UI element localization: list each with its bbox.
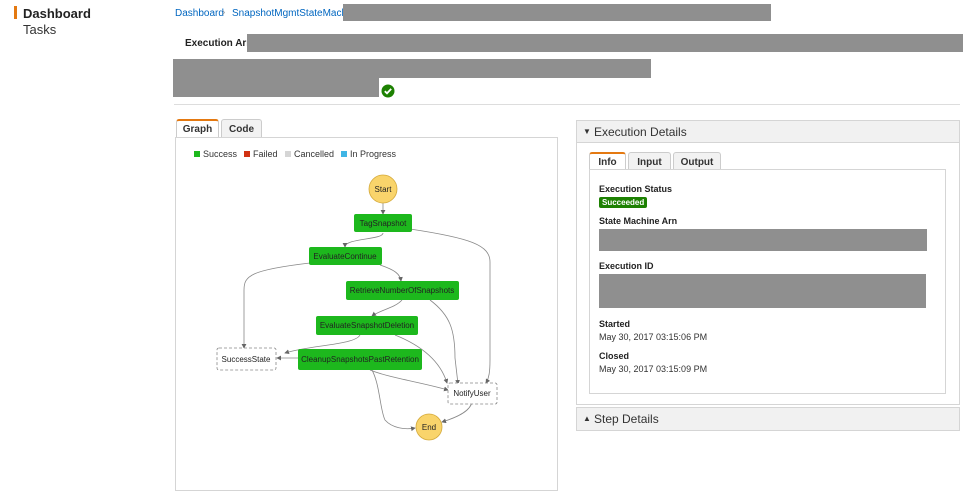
graph-node-notify-user: NotifyUser <box>447 382 498 405</box>
graph-node-start: Start <box>368 174 398 204</box>
caret-down-icon: ▼ <box>583 127 591 136</box>
graph-node-retrieve-number: RetrieveNumberOfSnapshots <box>346 281 459 300</box>
graph-node-start-label: Start <box>375 185 393 194</box>
execution-details-title: Execution Details <box>594 125 687 139</box>
execution-id-redacted <box>599 274 926 308</box>
graph-node-cleanup-label: CleanupSnapshotsPastRetention <box>301 355 419 364</box>
tab-input[interactable]: Input <box>628 152 671 170</box>
graph-node-tag-snapshot-label: TagSnapshot <box>360 219 407 228</box>
state-machine-arn-redacted <box>599 229 927 251</box>
graph-node-end-label: End <box>422 423 436 432</box>
graph-node-success-state: SuccessState <box>216 347 277 371</box>
status-badge: Succeeded <box>599 197 648 208</box>
execution-status-label: Execution Status <box>599 184 673 194</box>
graph-node-tag-snapshot: TagSnapshot <box>354 214 412 232</box>
tab-output[interactable]: Output <box>673 152 721 170</box>
graph-node-cleanup: CleanupSnapshotsPastRetention <box>298 349 422 370</box>
graph-node-evaluate-continue: EvaluateContinue <box>309 247 382 265</box>
graph-node-notify-user-label: NotifyUser <box>453 389 491 398</box>
started-label: Started <box>599 319 631 329</box>
graph-node-evaluate-continue-label: EvaluateContinue <box>313 252 377 261</box>
graph-node-retrieve-number-label: RetrieveNumberOfSnapshots <box>350 286 455 295</box>
graph-node-evaluate-deletion-label: EvaluateSnapshotDeletion <box>320 321 414 330</box>
caret-up-icon: ▲ <box>583 414 591 423</box>
state-machine-arn-label: State Machine Arn <box>599 216 678 226</box>
tab-info[interactable]: Info <box>589 152 626 170</box>
closed-label: Closed <box>599 351 630 361</box>
graph-node-evaluate-deletion: EvaluateSnapshotDeletion <box>316 316 418 335</box>
started-value: May 30, 2017 03:15:06 PM <box>599 332 708 342</box>
execution-id-label: Execution ID <box>599 261 654 271</box>
graph-node-success-state-label: SuccessState <box>222 355 271 364</box>
closed-value: May 30, 2017 03:15:09 PM <box>599 364 708 374</box>
graph-node-end: End <box>415 413 443 441</box>
step-details-title: Step Details <box>594 412 659 426</box>
